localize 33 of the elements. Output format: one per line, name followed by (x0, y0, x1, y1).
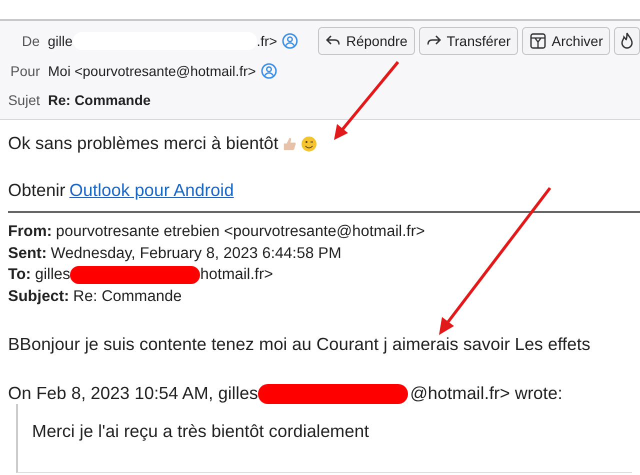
archive-icon (528, 32, 547, 50)
field-label: Pour (9, 63, 40, 79)
header-label: Subject: (8, 286, 70, 306)
attribution-text: @hotmail.fr> wrote: (410, 383, 562, 404)
field-value: Re: Commande (48, 92, 151, 108)
outlook-link[interactable]: Outlook pour Android (69, 180, 234, 201)
field-value: Moi <pourvotresante@hotmail.fr> (48, 63, 256, 79)
contact-icon[interactable] (282, 32, 298, 48)
archive-button[interactable]: Archiver (522, 26, 610, 54)
winking-face-icon (301, 136, 318, 152)
header-value: pourvotresante etrebien <pourvotresante@hotmail.fr> (56, 222, 425, 242)
thumbs-up-icon (282, 136, 298, 151)
reply-text: BBonjour je suis contente tenez moi au Courant j aimerais savoir Les effets (8, 334, 592, 355)
contact-icon[interactable] (260, 63, 277, 79)
attribution-text: On Feb 8, 2023 10:54 AM, gilles (8, 383, 258, 404)
header-label: To: (8, 265, 31, 285)
reply-button[interactable]: Répondre (318, 26, 415, 54)
promo-text: Obtenir (8, 180, 66, 201)
junk-button[interactable] (614, 26, 640, 54)
header-value: hotmail.fr> (200, 265, 274, 285)
quoted-text: Merci je l'ai reçu a très bientôt cordialement (32, 421, 370, 442)
header-label: Sent: (8, 244, 47, 264)
forward-button[interactable]: Transférer (418, 26, 518, 54)
header-value: Re: Commande (73, 286, 182, 306)
header-value: gilles (34, 265, 70, 285)
field-value: gille (48, 32, 73, 48)
field-value: .fr> (256, 32, 278, 48)
field-label: Sujet (7, 92, 40, 108)
field-label: De (20, 32, 40, 48)
message-text: Ok sans problèmes merci à bientôt (8, 133, 278, 154)
header-value: Wednesday, February 8, 2023 6:44:58 PM (50, 244, 342, 264)
header-label: From: (8, 222, 52, 242)
flame-icon (619, 32, 636, 50)
